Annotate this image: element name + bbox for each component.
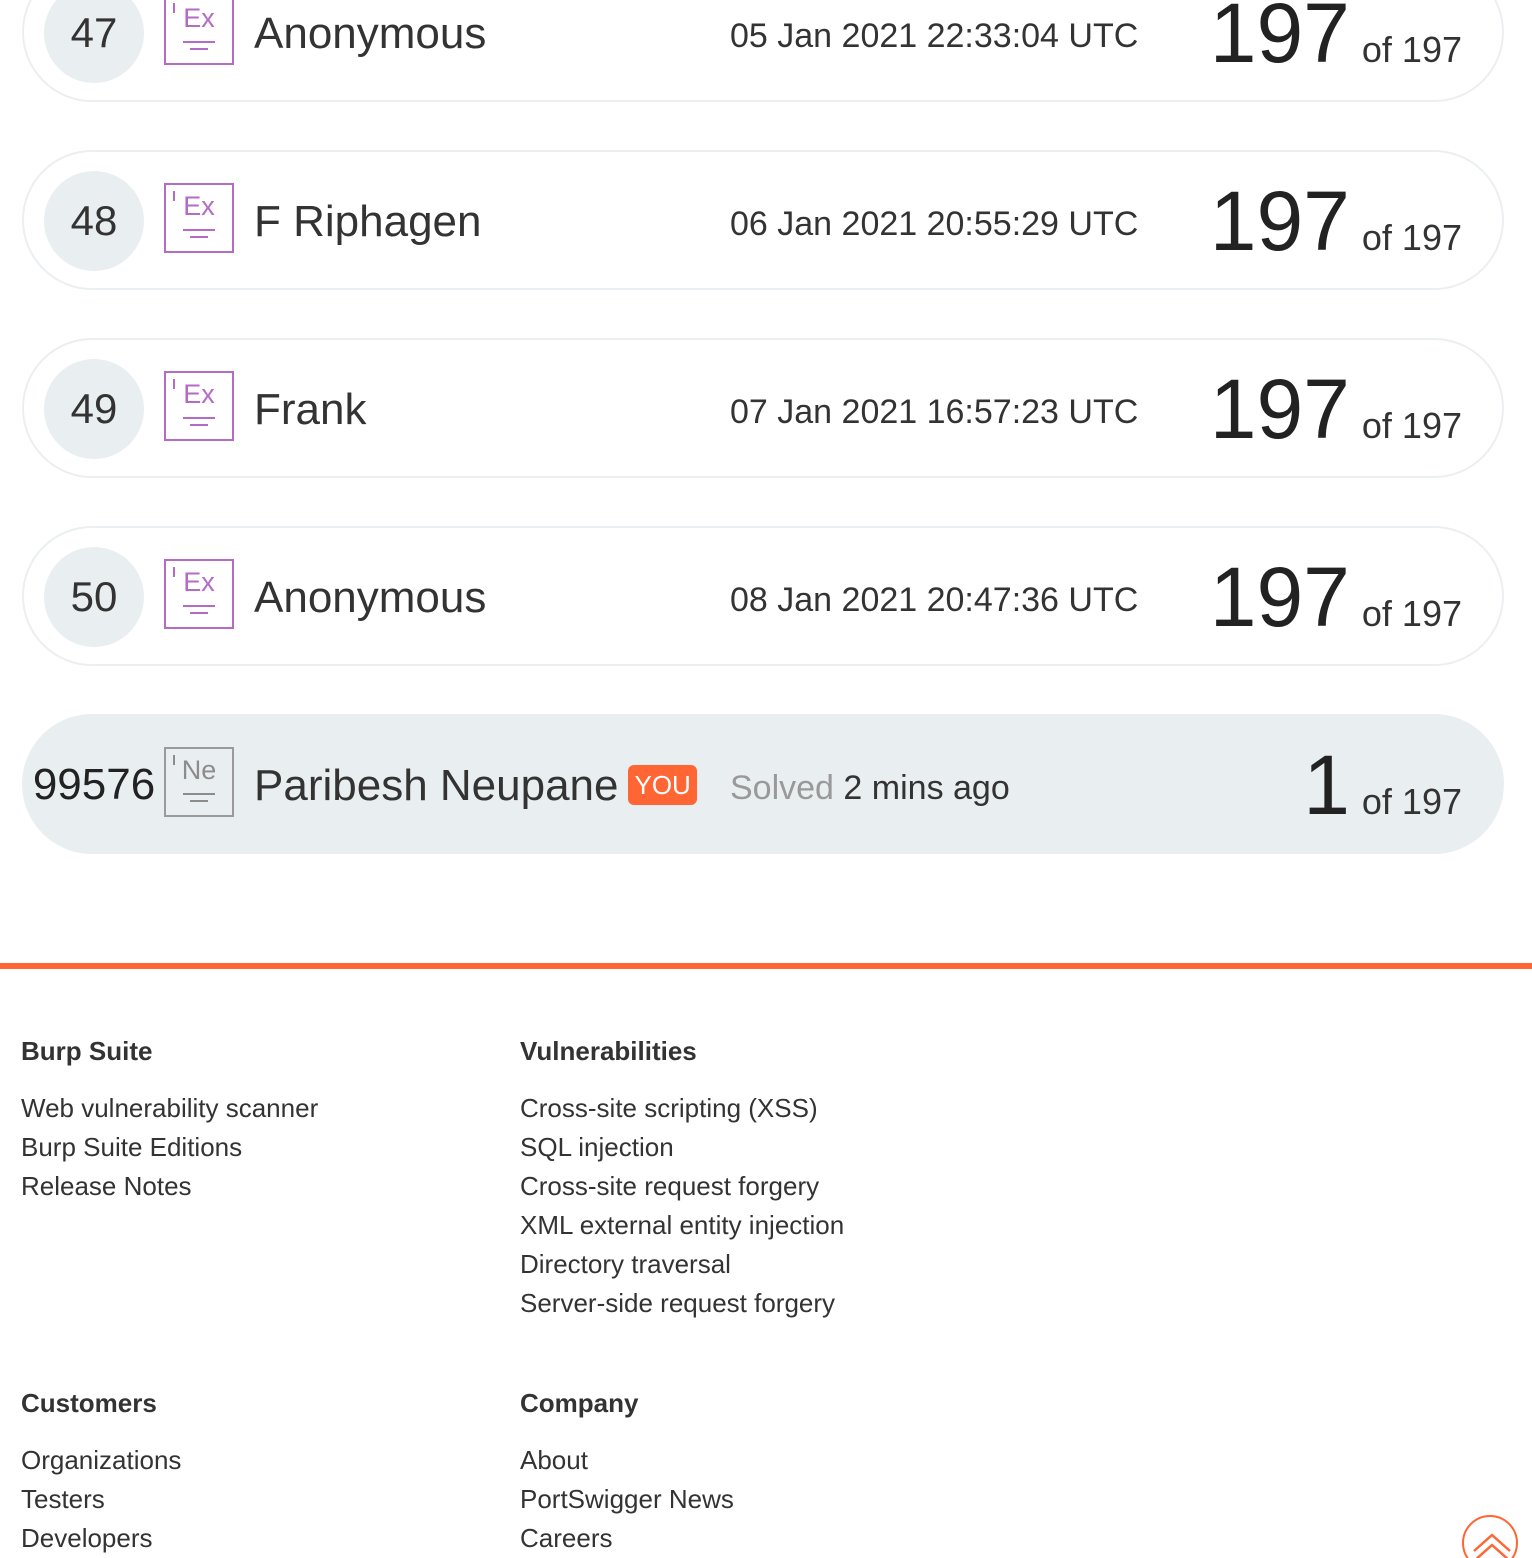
chevron-up-icon bbox=[1473, 1533, 1511, 1558]
score-total: of 197 bbox=[1361, 217, 1462, 258]
footer-link[interactable]: Server-side request forgery bbox=[520, 1284, 844, 1323]
footer-column-burp-suite: Burp Suite Web vulnerability scanner Bur… bbox=[21, 1035, 318, 1206]
footer-divider bbox=[0, 963, 1532, 969]
score-total: of 197 bbox=[1361, 781, 1462, 822]
footer-link[interactable]: XML external entity injection bbox=[520, 1206, 844, 1245]
rank: 49 bbox=[44, 359, 144, 459]
footer-link[interactable]: Organizations bbox=[21, 1441, 181, 1480]
back-to-top-button[interactable] bbox=[1462, 1515, 1518, 1558]
score: 197 of 197 bbox=[1210, 364, 1462, 454]
leaderboard-row: 50 Ex Anonymous 08 Jan 2021 20:47:36 UTC… bbox=[22, 526, 1504, 666]
user-name: Anonymous bbox=[254, 573, 487, 622]
rank: 50 bbox=[44, 547, 144, 647]
footer-link[interactable]: PortSwigger News bbox=[520, 1480, 734, 1519]
expert-badge-icon: Ex bbox=[164, 559, 234, 629]
badge-symbol: Ex bbox=[183, 3, 215, 33]
score-value: 1 bbox=[1303, 738, 1350, 832]
leaderboard-row: 47 Ex Anonymous 05 Jan 2021 22:33:04 UTC… bbox=[22, 0, 1504, 102]
footer-link[interactable]: Cross-site request forgery bbox=[520, 1167, 844, 1206]
badge-symbol: Ex bbox=[183, 379, 215, 409]
footer-heading: Vulnerabilities bbox=[520, 1036, 697, 1066]
footer-link[interactable]: Testers bbox=[21, 1480, 181, 1519]
footer-link[interactable]: About bbox=[520, 1441, 734, 1480]
score: 197 of 197 bbox=[1210, 552, 1462, 642]
score-total: of 197 bbox=[1361, 405, 1462, 446]
solved-label: Solved bbox=[730, 769, 834, 807]
footer-heading: Company bbox=[520, 1388, 639, 1418]
page: 47 Ex Anonymous 05 Jan 2021 22:33:04 UTC… bbox=[0, 0, 1532, 1558]
user-name: Frank bbox=[254, 385, 367, 434]
rank: 99576 bbox=[32, 760, 156, 809]
footer-link[interactable]: Web vulnerability scanner bbox=[21, 1089, 318, 1128]
user-name: Paribesh Neupane bbox=[254, 761, 619, 810]
score: 197 of 197 bbox=[1210, 0, 1462, 78]
solved-date: 05 Jan 2021 22:33:04 UTC bbox=[730, 17, 1139, 55]
footer-column-vulnerabilities: Vulnerabilities Cross-site scripting (XS… bbox=[520, 1035, 844, 1323]
footer-heading: Customers bbox=[21, 1388, 157, 1418]
user-name: Anonymous bbox=[254, 9, 487, 58]
user-name-cell: Paribesh Neupane YOU bbox=[254, 760, 697, 812]
expert-badge-icon: Ex bbox=[164, 183, 234, 253]
novice-badge-icon: Ne bbox=[164, 747, 234, 817]
score-value: 197 bbox=[1209, 174, 1350, 268]
solved-time: Solved 2 mins ago bbox=[730, 768, 1010, 808]
solved-ago: 2 mins ago bbox=[843, 769, 1010, 807]
solved-date: 07 Jan 2021 16:57:23 UTC bbox=[730, 393, 1139, 431]
footer-link[interactable]: Directory traversal bbox=[520, 1245, 844, 1284]
score: 1 of 197 bbox=[1303, 740, 1462, 830]
score-total: of 197 bbox=[1361, 29, 1462, 70]
footer-link[interactable]: Cross-site scripting (XSS) bbox=[520, 1089, 844, 1128]
leaderboard-row-current-user: 99576 Ne Paribesh Neupane YOU Solved 2 mi… bbox=[22, 714, 1504, 854]
expert-badge-icon: Ex bbox=[164, 0, 234, 65]
score-total: of 197 bbox=[1361, 593, 1462, 634]
user-name: F Riphagen bbox=[254, 197, 482, 246]
score-value: 197 bbox=[1209, 0, 1350, 80]
rank: 48 bbox=[44, 171, 144, 271]
rank: 47 bbox=[44, 0, 144, 83]
footer-column-company: Company About PortSwigger News Careers bbox=[520, 1387, 734, 1558]
leaderboard-row: 49 Ex Frank 07 Jan 2021 16:57:23 UTC 197… bbox=[22, 338, 1504, 478]
score: 197 of 197 bbox=[1210, 176, 1462, 266]
you-badge: YOU bbox=[628, 765, 697, 805]
badge-symbol: Ex bbox=[183, 567, 215, 597]
footer-link[interactable]: Release Notes bbox=[21, 1167, 318, 1206]
badge-symbol: Ex bbox=[183, 191, 215, 221]
footer-link[interactable]: SQL injection bbox=[520, 1128, 844, 1167]
footer-link[interactable]: Burp Suite Editions bbox=[21, 1128, 318, 1167]
score-value: 197 bbox=[1209, 550, 1350, 644]
solved-date: 08 Jan 2021 20:47:36 UTC bbox=[730, 581, 1139, 619]
leaderboard-row: 48 Ex F Riphagen 06 Jan 2021 20:55:29 UT… bbox=[22, 150, 1504, 290]
footer-heading: Burp Suite bbox=[21, 1036, 153, 1066]
expert-badge-icon: Ex bbox=[164, 371, 234, 441]
score-value: 197 bbox=[1209, 362, 1350, 456]
footer-link[interactable]: Developers bbox=[21, 1519, 181, 1558]
footer-column-customers: Customers Organizations Testers Develope… bbox=[21, 1387, 181, 1558]
footer-link[interactable]: Careers bbox=[520, 1519, 734, 1558]
solved-date: 06 Jan 2021 20:55:29 UTC bbox=[730, 205, 1139, 243]
badge-symbol: Ne bbox=[181, 755, 217, 785]
